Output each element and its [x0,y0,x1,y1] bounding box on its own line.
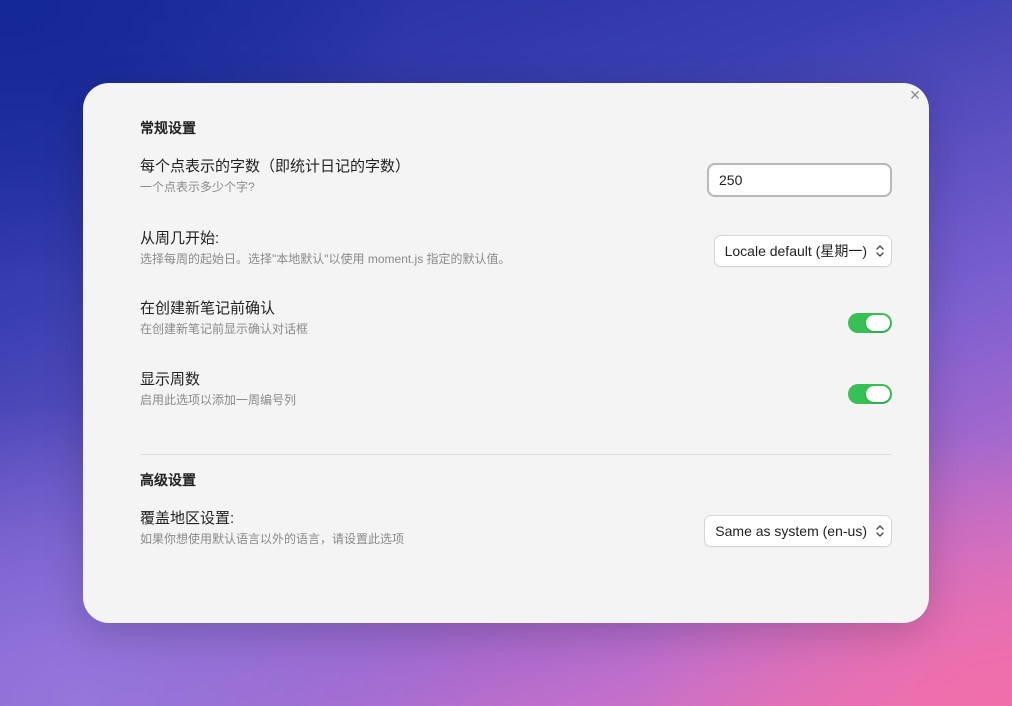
close-icon[interactable]: × [907,86,923,104]
setting-locale-override: 覆盖地区设置: 如果你想使用默认语言以外的语言，请设置此选项 Same as s… [140,507,892,547]
setting-words-per-dot: 每个点表示的字数（即统计日记的字数） 一个点表示多少个字? [140,155,892,197]
locale-selected-value: Same as system (en-us) [715,523,867,539]
setting-name: 显示周数 [140,371,201,388]
toggle-knob [866,315,890,331]
setting-description: 启用此选项以添加一周编号列 [140,393,297,407]
setting-description: 在创建新笔记前显示确认对话框 [140,322,309,336]
toggle-knob [866,386,890,402]
advanced-settings-heading: 高级设置 [140,472,196,488]
chevron-up-down-icon [876,525,884,537]
setting-description: 选择每周的起始日。选择"本地默认"以使用 moment.js 指定的默认值。 [140,252,511,266]
chevron-up-down-icon [876,245,884,257]
setting-show-week-numbers: 显示周数 启用此选项以添加一周编号列 [140,368,892,408]
setting-name: 每个点表示的字数（即统计日记的字数） [140,158,411,175]
week-start-selected-value: Locale default (星期一) [724,243,867,259]
section-divider [140,454,892,455]
show-week-numbers-toggle[interactable] [848,384,892,404]
setting-description: 如果你想使用默认语言以外的语言，请设置此选项 [140,532,405,546]
words-per-dot-input[interactable] [707,163,892,197]
general-settings-heading: 常规设置 [140,120,196,136]
week-start-select[interactable]: Locale default (星期一) [713,235,892,267]
locale-override-select[interactable]: Same as system (en-us) [704,515,892,547]
setting-description: 一个点表示多少个字? [140,180,255,194]
setting-name: 在创建新笔记前确认 [140,300,276,317]
confirm-create-toggle[interactable] [848,313,892,333]
setting-name: 覆盖地区设置: [140,510,235,527]
settings-modal: × 常规设置 每个点表示的字数（即统计日记的字数） 一个点表示多少个字? 从周几… [83,83,929,623]
setting-name: 从周几开始: [140,230,220,247]
setting-confirm-create: 在创建新笔记前确认 在创建新笔记前显示确认对话框 [140,297,892,337]
setting-week-start: 从周几开始: 选择每周的起始日。选择"本地默认"以使用 moment.js 指定… [140,227,892,267]
